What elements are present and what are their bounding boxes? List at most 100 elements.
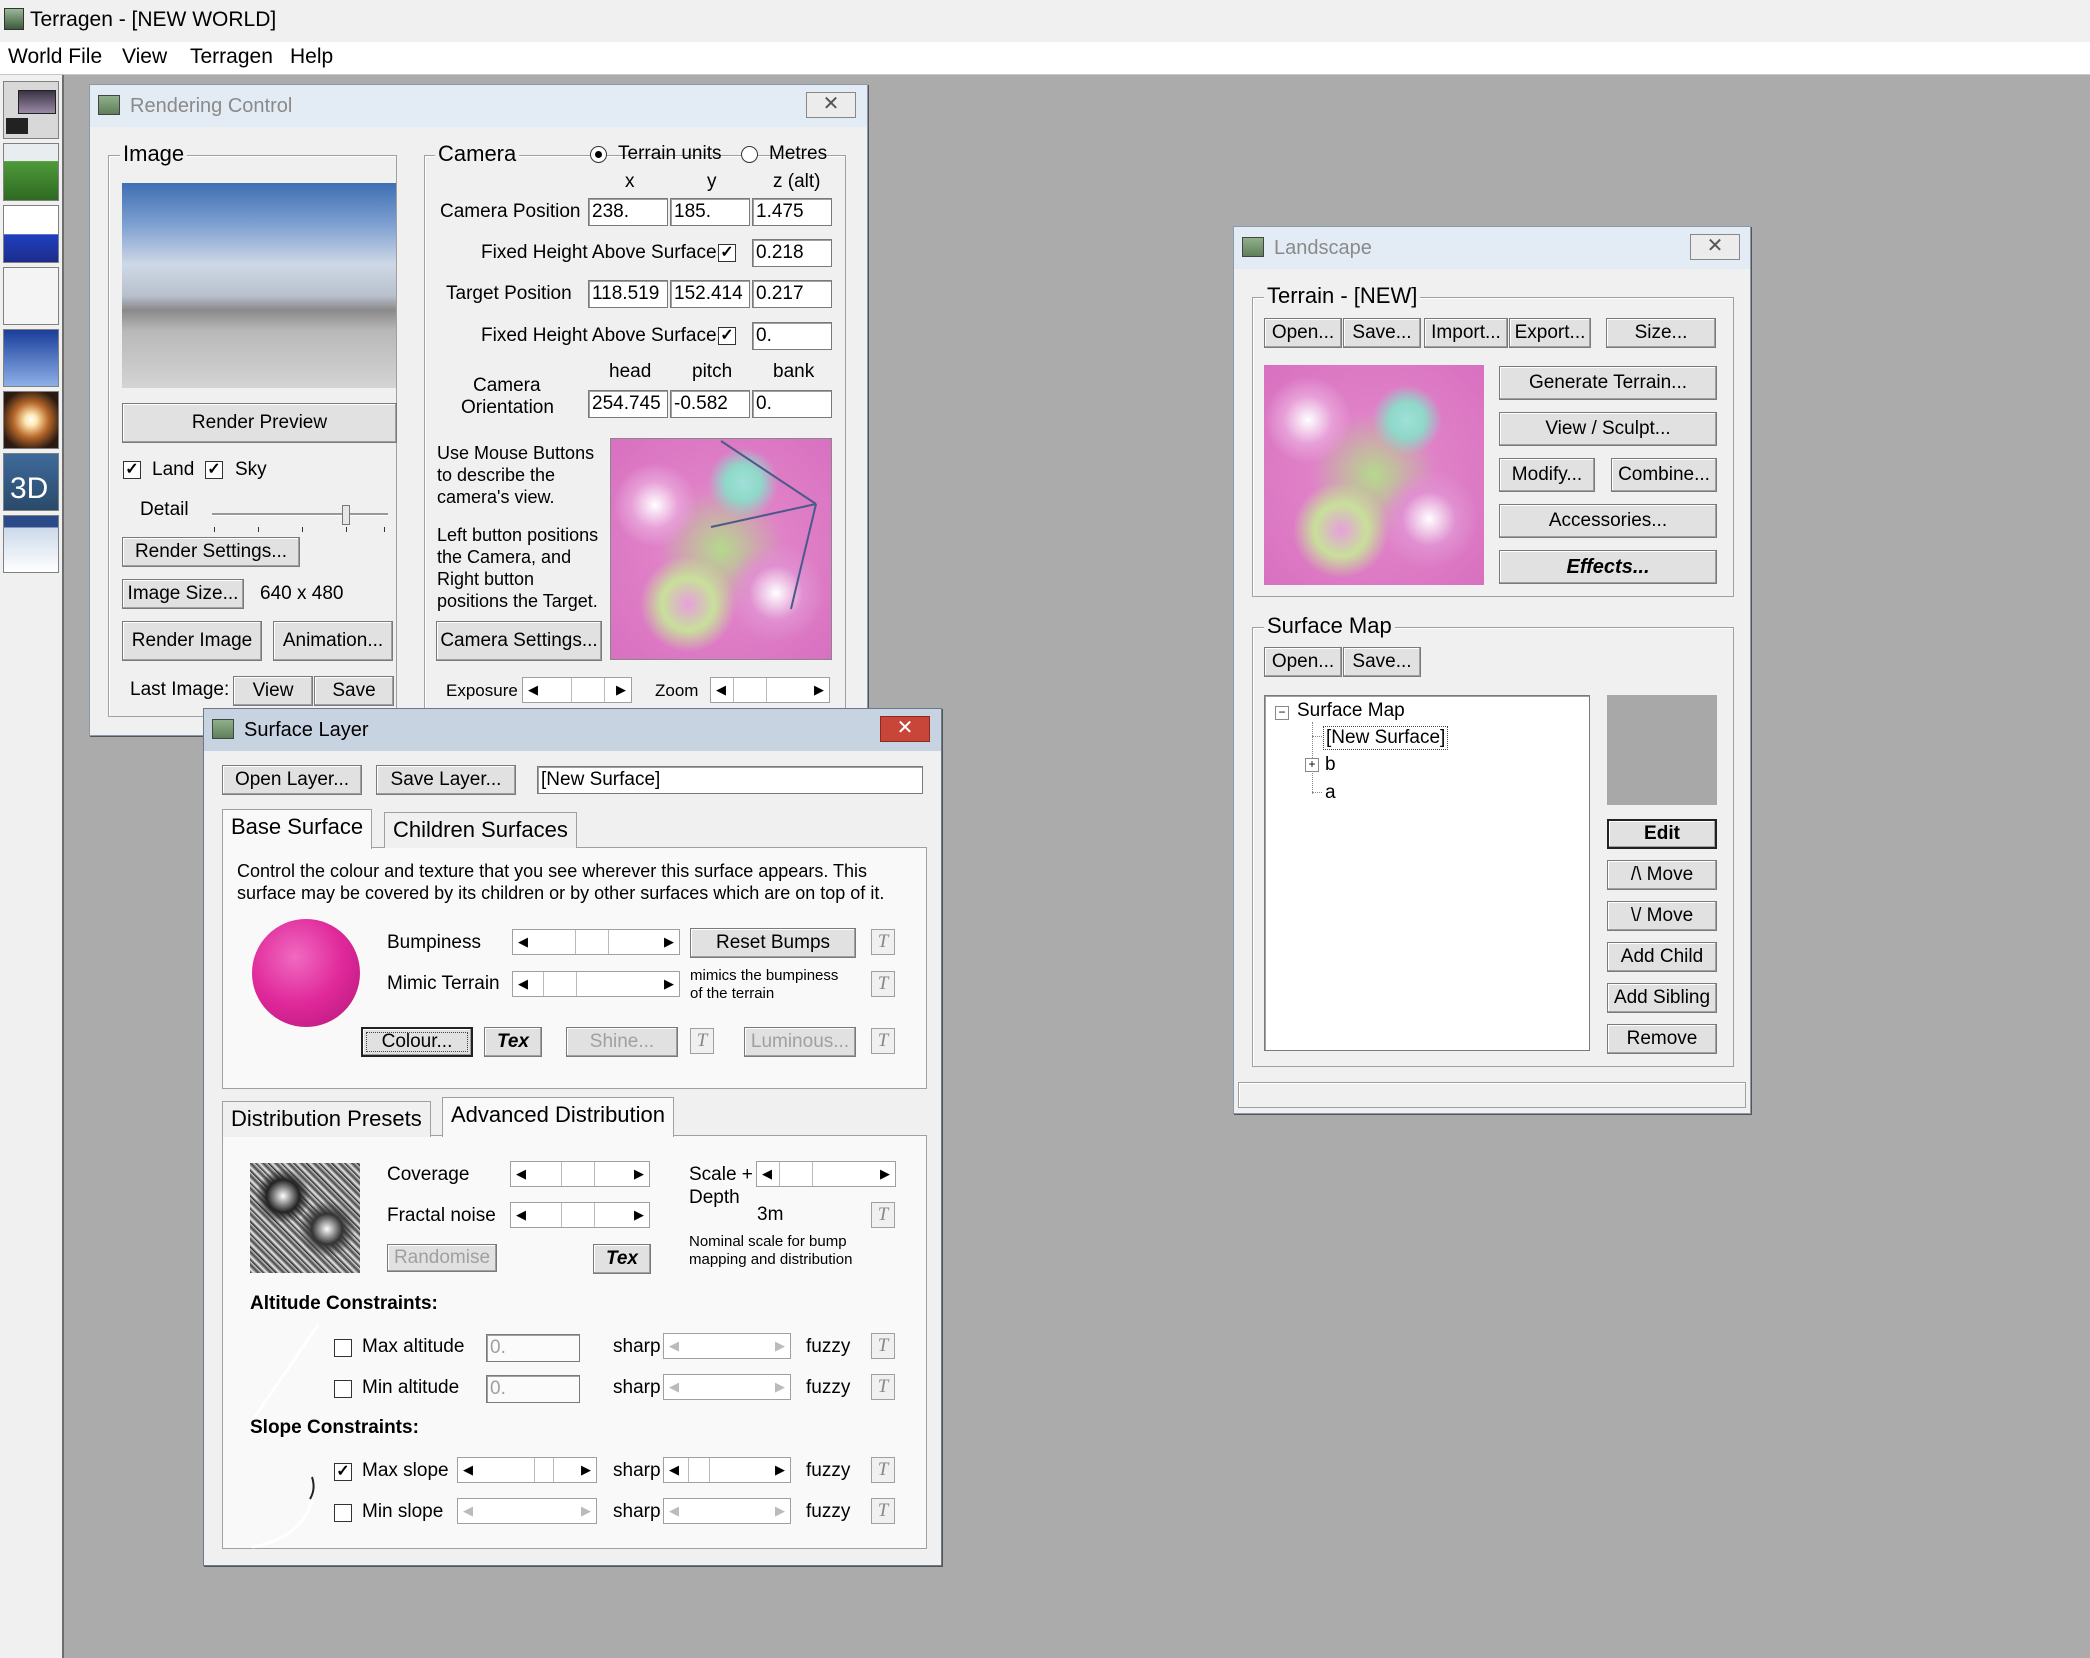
min-altitude-field[interactable]: 0. xyxy=(486,1375,580,1403)
fixed-height-1-checkbox[interactable]: ✓ xyxy=(718,244,736,262)
surface-layer-titlebar[interactable]: Surface Layer ✕ xyxy=(204,709,941,751)
fractal-noise-scrollbar[interactable]: ◀ ▶ xyxy=(510,1202,650,1228)
scale-texture-button[interactable]: T xyxy=(871,1202,895,1228)
min-slope-checkbox[interactable] xyxy=(334,1504,352,1522)
remove-button[interactable]: Remove xyxy=(1607,1024,1717,1054)
tab-advanced-distribution[interactable]: Advanced Distribution xyxy=(442,1097,675,1137)
min-altitude-fuzz-scrollbar[interactable]: ◀ ▶ xyxy=(663,1374,791,1400)
generate-terrain-button[interactable]: Generate Terrain... xyxy=(1499,366,1717,400)
orientation-pitch-field[interactable]: -0.582 xyxy=(670,390,750,418)
min-slope-fuzz-scrollbar[interactable]: ◀ ▶ xyxy=(663,1498,791,1524)
render-preview-button[interactable]: Render Preview xyxy=(122,403,397,443)
image-size-button[interactable]: Image Size... xyxy=(122,579,244,609)
camera-z-field[interactable]: 1.475 xyxy=(752,198,832,226)
reset-bumps-button[interactable]: Reset Bumps xyxy=(690,928,856,958)
sky-checkbox[interactable]: ✓ xyxy=(205,461,223,479)
move-down-button[interactable]: \/ Move xyxy=(1607,901,1717,931)
max-slope-fuzz-scrollbar[interactable]: ◀ ▶ xyxy=(663,1457,791,1483)
orientation-bank-field[interactable]: 0. xyxy=(752,390,832,418)
terrain-open-button[interactable]: Open... xyxy=(1264,318,1342,348)
tree-item-new-surface[interactable]: [New Surface] xyxy=(1323,726,1449,750)
sky-icon[interactable] xyxy=(3,329,59,387)
min-altitude-checkbox[interactable] xyxy=(334,1380,352,1398)
camera-y-field[interactable]: 185. xyxy=(670,198,750,226)
close-button[interactable]: ✕ xyxy=(1690,234,1740,260)
max-slope-scrollbar[interactable]: ◀ ▶ xyxy=(457,1457,597,1483)
cloud-icon[interactable] xyxy=(3,267,59,325)
surface-map-open-button[interactable]: Open... xyxy=(1264,647,1342,677)
modify-button[interactable]: Modify... xyxy=(1499,458,1595,492)
colour-button[interactable]: Colour... xyxy=(361,1027,473,1057)
coverage-scrollbar[interactable]: ◀ ▶ xyxy=(510,1161,650,1187)
3d-icon[interactable]: 3D xyxy=(3,453,59,511)
max-slope-checkbox[interactable]: ✓ xyxy=(334,1463,352,1481)
distribution-texture-button[interactable]: Tex xyxy=(593,1244,651,1274)
animation-button[interactable]: Animation... xyxy=(273,621,393,661)
surface-tree[interactable]: − Surface Map [New Surface] + b a xyxy=(1264,695,1590,1051)
edit-button[interactable]: Edit xyxy=(1607,819,1717,849)
rendering-control-titlebar[interactable]: Rendering Control ✕ xyxy=(90,85,867,127)
randomise-button[interactable]: Randomise xyxy=(387,1244,497,1272)
last-image-view-button[interactable]: View xyxy=(233,676,313,706)
bumpiness-scrollbar[interactable]: ◀ ▶ xyxy=(512,929,680,955)
accessories-button[interactable]: Accessories... xyxy=(1499,504,1717,538)
tab-children-surfaces[interactable]: Children Surfaces xyxy=(384,812,577,848)
min-slope-scrollbar[interactable]: ◀ ▶ xyxy=(457,1498,597,1524)
detail-slider[interactable] xyxy=(212,505,388,535)
camera-terrain-map[interactable] xyxy=(610,438,832,660)
terrain-preview-image[interactable] xyxy=(1264,365,1484,585)
add-child-button[interactable]: Add Child xyxy=(1607,942,1717,972)
shine-button[interactable]: Shine... xyxy=(566,1027,678,1057)
add-sibling-button[interactable]: Add Sibling xyxy=(1607,983,1717,1013)
tree-item-a[interactable]: a xyxy=(1325,782,1336,804)
orientation-head-field[interactable]: 254.745 xyxy=(588,390,668,418)
effects-button[interactable]: Effects... xyxy=(1499,550,1717,584)
tree-collapse-icon[interactable]: − xyxy=(1275,706,1289,720)
fixed-height-2-checkbox[interactable]: ✓ xyxy=(718,327,736,345)
min-altitude-texture-button[interactable]: T xyxy=(871,1374,895,1400)
exposure-scrollbar[interactable]: ◀ ▶ xyxy=(522,677,632,703)
land-checkbox[interactable]: ✓ xyxy=(123,461,141,479)
texture-button[interactable]: Tex xyxy=(484,1027,542,1057)
close-button[interactable]: ✕ xyxy=(806,92,856,118)
landscape-titlebar[interactable]: Landscape ✕ xyxy=(1234,227,1750,269)
close-button[interactable]: ✕ xyxy=(880,716,930,742)
fixed-height-1-field[interactable]: 0.218 xyxy=(752,239,832,267)
mimic-terrain-texture-button[interactable]: T xyxy=(871,971,895,997)
render-image-button[interactable]: Render Image xyxy=(122,621,262,661)
save-layer-button[interactable]: Save Layer... xyxy=(376,765,516,795)
mimic-terrain-scrollbar[interactable]: ◀ ▶ xyxy=(512,971,680,997)
view-sculpt-button[interactable]: View / Sculpt... xyxy=(1499,412,1717,446)
last-image-save-button[interactable]: Save xyxy=(314,676,394,706)
menu-terragen[interactable]: Terragen xyxy=(190,45,273,69)
surface-map-save-button[interactable]: Save... xyxy=(1343,647,1421,677)
camera-x-field[interactable]: 238. xyxy=(588,198,668,226)
fixed-height-2-field[interactable]: 0. xyxy=(752,322,832,350)
luminous-button[interactable]: Luminous... xyxy=(744,1027,856,1057)
water-icon[interactable] xyxy=(3,205,59,263)
sun-icon[interactable] xyxy=(3,391,59,449)
luminous-texture-button[interactable]: T xyxy=(871,1028,895,1054)
max-altitude-field[interactable]: 0. xyxy=(486,1334,580,1362)
open-layer-button[interactable]: Open Layer... xyxy=(222,765,362,795)
max-slope-texture-button[interactable]: T xyxy=(871,1457,895,1483)
menu-world-file[interactable]: World File xyxy=(8,45,102,69)
surface-name-field[interactable]: [New Surface] xyxy=(537,766,923,794)
target-x-field[interactable]: 118.519 xyxy=(588,280,668,308)
camera-settings-button[interactable]: Camera Settings... xyxy=(436,621,602,661)
menu-help[interactable]: Help xyxy=(290,45,333,69)
max-altitude-fuzz-scrollbar[interactable]: ◀ ▶ xyxy=(663,1333,791,1359)
metres-radio[interactable] xyxy=(741,146,758,163)
render-settings-button[interactable]: Render Settings... xyxy=(122,537,300,567)
shine-texture-button[interactable]: T xyxy=(690,1028,714,1054)
render-icon[interactable] xyxy=(3,81,59,139)
terrain-save-button[interactable]: Save... xyxy=(1343,318,1421,348)
zoom-scrollbar[interactable]: ◀ ▶ xyxy=(710,677,830,703)
tree-expand-icon[interactable]: + xyxy=(1305,758,1319,772)
tab-base-surface[interactable]: Base Surface xyxy=(222,809,373,849)
scale-scrollbar[interactable]: ◀ ▶ xyxy=(756,1161,896,1187)
tree-root[interactable]: Surface Map xyxy=(1297,700,1405,722)
terrain-size-button[interactable]: Size... xyxy=(1606,318,1716,348)
tab-distribution-presets[interactable]: Distribution Presets xyxy=(222,1101,431,1137)
terrain-import-button[interactable]: Import... xyxy=(1424,318,1508,348)
